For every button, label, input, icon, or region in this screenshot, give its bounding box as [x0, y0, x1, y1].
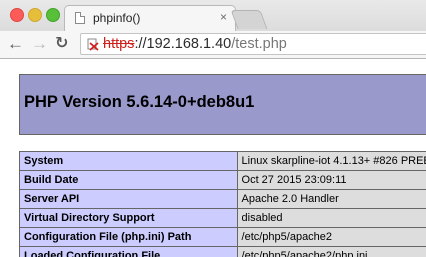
info-value-cell: Apache 2.0 Handler — [236, 189, 426, 209]
page-content: PHP Version 5.6.14-0+deb8u1 System Linux … — [0, 59, 426, 257]
url-text[interactable]: https://192.168.1.40/test.php — [103, 36, 287, 53]
tab-close-icon[interactable]: × — [220, 10, 227, 24]
browser-tab[interactable]: phpinfo() × — [64, 5, 236, 32]
table-row: Build Date Oct 27 2015 23:09:11 — [19, 170, 426, 190]
info-value-cell: disabled — [236, 208, 426, 228]
info-value-cell: /etc/php5/apache2 — [236, 227, 426, 247]
close-window-button[interactable] — [10, 8, 24, 22]
browser-toolbar: ← → ↻ https://192.168.1.40/test.php — [0, 31, 426, 59]
back-arrow-icon[interactable]: ← — [7, 34, 24, 54]
table-row: System Linux skarpline-iot 4.1.13+ #826 P… — [19, 151, 426, 171]
table-row: Loaded Configuration File/etc/php5/apach… — [19, 246, 426, 257]
broken-lock-icon[interactable] — [87, 38, 99, 51]
php-info-table: System Linux skarpline-iot 4.1.13+ #826 P… — [19, 151, 426, 257]
table-row: Configuration File (php.ini) Path/etc/ph… — [19, 227, 426, 247]
minimize-window-button[interactable] — [28, 8, 42, 22]
table-row: Server API Apache 2.0 Handler — [19, 189, 426, 209]
info-key-cell: Build Date — [19, 170, 238, 190]
page-title: PHP Version 5.6.14-0+deb8u1 — [24, 93, 255, 111]
table-row: Virtual Directory Support disabled — [19, 208, 426, 228]
url-host: 192.168.1.40 — [146, 36, 232, 52]
info-key-cell: Virtual Directory Support — [19, 208, 238, 228]
document-icon — [75, 12, 85, 24]
info-value-cell: /etc/php5/apache2/php.ini — [236, 246, 426, 257]
info-key-cell: System — [19, 151, 238, 171]
info-value-cell: Linux skarpline-iot 4.1.13+ #826 PREEMPT — [236, 151, 426, 171]
info-key-cell: Configuration File (php.ini) Path — [19, 227, 238, 247]
url-path: /test.php — [231, 36, 287, 52]
php-version-header: PHP Version 5.6.14-0+deb8u1 — [19, 74, 426, 135]
url-scheme: https — [103, 36, 135, 52]
new-tab-button[interactable] — [230, 10, 268, 29]
info-key-cell: Loaded Configuration File — [19, 246, 238, 257]
address-bar[interactable]: https://192.168.1.40/test.php — [80, 33, 426, 55]
info-value-cell: Oct 27 2015 23:09:11 — [236, 170, 426, 190]
window-titlebar: phpinfo() × — [0, 0, 426, 32]
url-separator: :// — [134, 36, 147, 52]
maximize-window-button[interactable] — [46, 8, 60, 22]
info-key-cell: Server API — [19, 189, 238, 209]
tab-title: phpinfo() — [93, 11, 141, 25]
reload-icon[interactable]: ↻ — [55, 34, 68, 54]
forward-arrow-icon[interactable]: → — [31, 34, 48, 54]
